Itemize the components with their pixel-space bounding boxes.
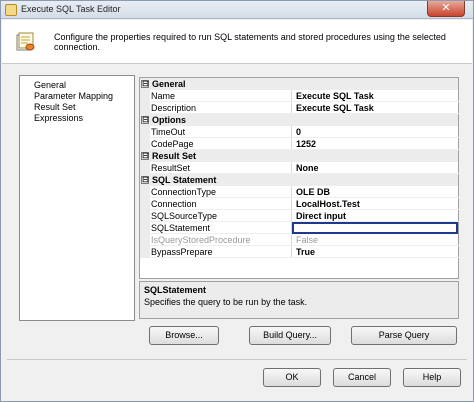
property-name: SQLStatement (150, 222, 292, 234)
header-description: Configure the properties required to run… (54, 32, 446, 52)
build-query-button[interactable]: Build Query... (249, 326, 331, 345)
category-sql-statement[interactable]: ⊟ SQL Statement (140, 174, 458, 186)
property-value[interactable]: 1252 (293, 138, 459, 150)
property-row-sqlstatement[interactable]: SQLStatement (140, 222, 458, 234)
property-row-connection[interactable]: Connection LocalHost.Test (140, 198, 459, 210)
nav-item-general[interactable]: General (34, 80, 134, 91)
property-value[interactable]: None (293, 162, 459, 174)
category-general[interactable]: ⊟ General (140, 78, 458, 90)
property-value[interactable]: 0 (293, 126, 459, 138)
category-label: Result Set (152, 151, 197, 161)
property-value[interactable]: LocalHost.Test (293, 198, 459, 210)
collapse-icon[interactable]: ⊟ (141, 152, 149, 160)
page-navigation-list: General Parameter Mapping Result Set Exp… (19, 75, 135, 321)
property-row-description[interactable]: Description Execute SQL Task (140, 102, 459, 114)
window-title: Execute SQL Task Editor (21, 4, 121, 14)
category-options[interactable]: ⊟ Options (140, 114, 458, 126)
property-row-timeout[interactable]: TimeOut 0 (140, 126, 459, 138)
property-row-codepage[interactable]: CodePage 1252 (140, 138, 459, 150)
property-row-name[interactable]: Name Execute SQL Task (140, 90, 459, 102)
task-icon (5, 4, 17, 16)
nav-item-expressions[interactable]: Expressions (34, 113, 134, 124)
ok-button[interactable]: OK (263, 368, 321, 387)
category-label: Options (152, 115, 186, 125)
property-value[interactable]: Execute SQL Task (293, 90, 459, 102)
property-name: TimeOut (150, 126, 292, 138)
property-value[interactable]: Execute SQL Task (293, 102, 459, 114)
property-value: False (293, 234, 459, 246)
property-name: Name (150, 90, 292, 102)
header-panel: Configure the properties required to run… (2, 20, 472, 64)
property-row-connectiontype[interactable]: ConnectionType OLE DB (140, 186, 459, 198)
property-grid: ⊟ General Name Execute SQL Task Descript… (139, 77, 459, 261)
property-name: IsQueryStoredProcedure (150, 234, 292, 246)
property-row-isquerystoredprocedure[interactable]: IsQueryStoredProcedure False (140, 234, 459, 246)
property-name: Description (150, 102, 292, 114)
sqlstatement-input[interactable] (292, 222, 458, 234)
nav-item-parameter-mapping[interactable]: Parameter Mapping (34, 91, 134, 102)
property-value[interactable]: OLE DB (293, 186, 459, 198)
property-row-bypassprepare[interactable]: BypassPrepare True (140, 246, 459, 258)
category-label: General (152, 79, 186, 89)
close-button[interactable]: ✕ (427, 1, 465, 17)
property-grid-empty-area (139, 261, 459, 279)
category-label: SQL Statement (152, 175, 217, 185)
property-name: ResultSet (150, 162, 292, 174)
execute-sql-task-editor-window: Execute SQL Task Editor ✕ Configure the … (0, 0, 474, 402)
sql-task-icon (16, 32, 35, 51)
collapse-icon[interactable]: ⊟ (141, 176, 149, 184)
property-row-resultset[interactable]: ResultSet None (140, 162, 459, 174)
collapse-icon[interactable]: ⊟ (141, 116, 149, 124)
separator (7, 359, 467, 360)
parse-query-button[interactable]: Parse Query (351, 326, 457, 345)
description-title: SQLStatement (144, 285, 207, 295)
property-description-panel: SQLStatement Specifies the query to be r… (139, 281, 459, 319)
title-bar[interactable]: Execute SQL Task Editor ✕ (1, 1, 473, 19)
property-name: CodePage (150, 138, 292, 150)
property-row-sqlsourcetype[interactable]: SQLSourceType Direct input (140, 210, 459, 222)
collapse-icon[interactable]: ⊟ (141, 80, 149, 88)
property-name: ConnectionType (150, 186, 292, 198)
description-text: Specifies the query to be run by the tas… (144, 297, 308, 307)
property-value[interactable]: Direct input (293, 210, 459, 222)
property-value[interactable]: True (293, 246, 459, 258)
property-name: Connection (150, 198, 292, 210)
cancel-button[interactable]: Cancel (333, 368, 391, 387)
help-button[interactable]: Help (403, 368, 461, 387)
browse-button[interactable]: Browse... (149, 326, 219, 345)
nav-item-result-set[interactable]: Result Set (34, 102, 134, 113)
property-name: BypassPrepare (150, 246, 292, 258)
category-result-set[interactable]: ⊟ Result Set (140, 150, 458, 162)
property-name: SQLSourceType (150, 210, 292, 222)
